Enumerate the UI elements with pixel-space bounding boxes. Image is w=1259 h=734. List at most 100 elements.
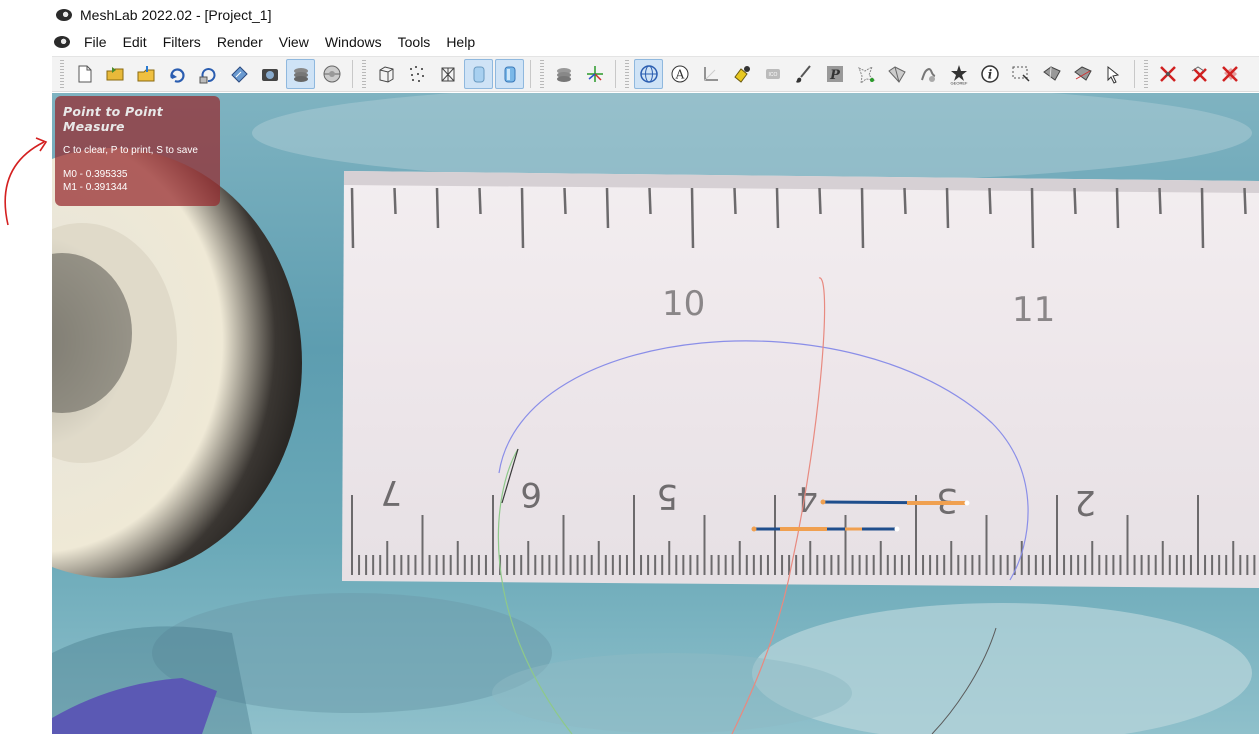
ruler-tick: [860, 187, 865, 249]
ruler-tick: [520, 187, 525, 249]
layers-button[interactable]: [286, 59, 315, 89]
measure-value-m0: M0 - 0.395335: [63, 169, 128, 180]
ruler-tick: [393, 187, 397, 215]
select-face-button[interactable]: [882, 59, 911, 89]
delete-selected-button[interactable]: [1215, 59, 1244, 89]
flat-shading-icon: [473, 66, 484, 83]
3d-viewport[interactable]: 10 11 7 6 5 4 3 2: [52, 93, 1259, 734]
bounding-box-icon: [379, 66, 393, 83]
p-icon: P: [826, 66, 843, 83]
ruler-number-6: 6: [520, 474, 542, 514]
smooth-shading-button[interactable]: [495, 59, 524, 89]
new-document-button[interactable]: [69, 59, 98, 89]
delete-vertices-icon: [1159, 66, 1176, 82]
toolbar-grip[interactable]: [1144, 60, 1148, 88]
ruler-tick: [1073, 187, 1077, 215]
star-georef-button[interactable]: GEOREF: [944, 59, 973, 89]
menu-bar: File Edit Filters Render View Windows To…: [0, 30, 1259, 54]
title-bar: MeshLab 2022.02 - [Project_1]: [0, 0, 1259, 30]
ruler-number-10: 10: [662, 284, 705, 324]
ruler-tick: [903, 187, 907, 215]
axis-button[interactable]: [580, 59, 609, 89]
toolbar-grip[interactable]: [60, 60, 64, 88]
wireframe-button[interactable]: [433, 59, 462, 89]
annotation-button[interactable]: A: [665, 59, 694, 89]
axis-icon: [586, 66, 603, 82]
select-connected-button[interactable]: [1037, 59, 1066, 89]
stroke-icon: [920, 67, 935, 82]
flat-shading-button[interactable]: [464, 59, 493, 89]
ruler-tick: [563, 187, 567, 215]
red-annotation-arrow-icon: [4, 137, 48, 226]
reload-button[interactable]: [162, 59, 191, 89]
select-face-icon: [887, 66, 906, 83]
toolbar-grip[interactable]: [540, 60, 544, 88]
ruler-tick: [733, 187, 737, 215]
svg-text:ICO: ICO: [768, 72, 777, 78]
save-button[interactable]: [224, 59, 253, 89]
project-button[interactable]: [317, 59, 346, 89]
ruler-number-5: 5: [656, 476, 678, 516]
select-path-button[interactable]: [1099, 59, 1128, 89]
ruler-tick: [945, 187, 950, 229]
ruler-tick: [690, 187, 695, 249]
raster-layers-button[interactable]: [549, 59, 578, 89]
star-georef-icon: GEOREF: [950, 65, 968, 85]
select-rect-button[interactable]: [1006, 59, 1035, 89]
stroke-button[interactable]: [913, 59, 942, 89]
import-mesh-button[interactable]: [131, 59, 160, 89]
snapshot-icon: [261, 69, 278, 81]
ruler-number-7: 7: [380, 472, 402, 512]
delete-faces-icon: [1191, 66, 1207, 82]
measure-value-m1: M1 - 0.391344: [63, 182, 128, 193]
open-folder-button[interactable]: [100, 59, 129, 89]
toolbar-separator: [352, 60, 353, 88]
ruler-tick: [435, 187, 440, 229]
menu-windows[interactable]: Windows: [317, 30, 390, 54]
paint-bucket-button[interactable]: [727, 59, 756, 89]
ruler-number-11: 11: [1012, 290, 1055, 330]
brush-button[interactable]: [789, 59, 818, 89]
toolbar-separator: [530, 60, 531, 88]
ruler-tick: [1030, 187, 1035, 249]
align-icon: ICO: [765, 69, 780, 79]
ruler-tick: [648, 187, 652, 215]
info-button[interactable]: i: [975, 59, 1004, 89]
toolbar-grip[interactable]: [625, 60, 629, 88]
ruler-tick: [818, 187, 822, 215]
meshlab-logo-icon: [56, 8, 74, 22]
reload-icon: [169, 68, 185, 83]
delete-vertices-button[interactable]: [1153, 59, 1182, 89]
measure-tool-button[interactable]: [696, 59, 725, 89]
manipulator-button[interactable]: [634, 59, 663, 89]
ruler-tick: [605, 187, 610, 229]
select-vertex-button[interactable]: [851, 59, 880, 89]
menu-edit[interactable]: Edit: [115, 30, 155, 54]
ruler-number-2: 2: [1074, 482, 1096, 522]
menu-filters[interactable]: Filters: [155, 30, 209, 54]
import-mesh-icon: [137, 66, 154, 82]
ruler-tick: [1200, 187, 1205, 249]
new-document-icon: [78, 65, 91, 83]
align-button[interactable]: ICO: [758, 59, 787, 89]
bounding-box-button[interactable]: [371, 59, 400, 89]
select-path-icon: [1107, 65, 1119, 84]
menu-file[interactable]: File: [76, 30, 115, 54]
menu-render[interactable]: Render: [209, 30, 271, 54]
reload-all-button[interactable]: [193, 59, 222, 89]
snapshot-button[interactable]: [255, 59, 284, 89]
select-plane-icon: [1073, 66, 1092, 81]
menu-tools[interactable]: Tools: [390, 30, 439, 54]
menu-help[interactable]: Help: [438, 30, 483, 54]
points-button[interactable]: [402, 59, 431, 89]
window-title: MeshLab 2022.02 - [Project_1]: [80, 7, 272, 23]
ruler-tick: [1243, 187, 1247, 215]
ruler-tick: [1158, 187, 1162, 215]
delete-faces-button[interactable]: [1184, 59, 1213, 89]
save-icon: [230, 66, 248, 83]
menu-view[interactable]: View: [271, 30, 317, 54]
ruler-tick: [775, 187, 780, 229]
p-button[interactable]: P: [820, 59, 849, 89]
select-plane-button[interactable]: [1068, 59, 1097, 89]
toolbar-grip[interactable]: [362, 60, 366, 88]
